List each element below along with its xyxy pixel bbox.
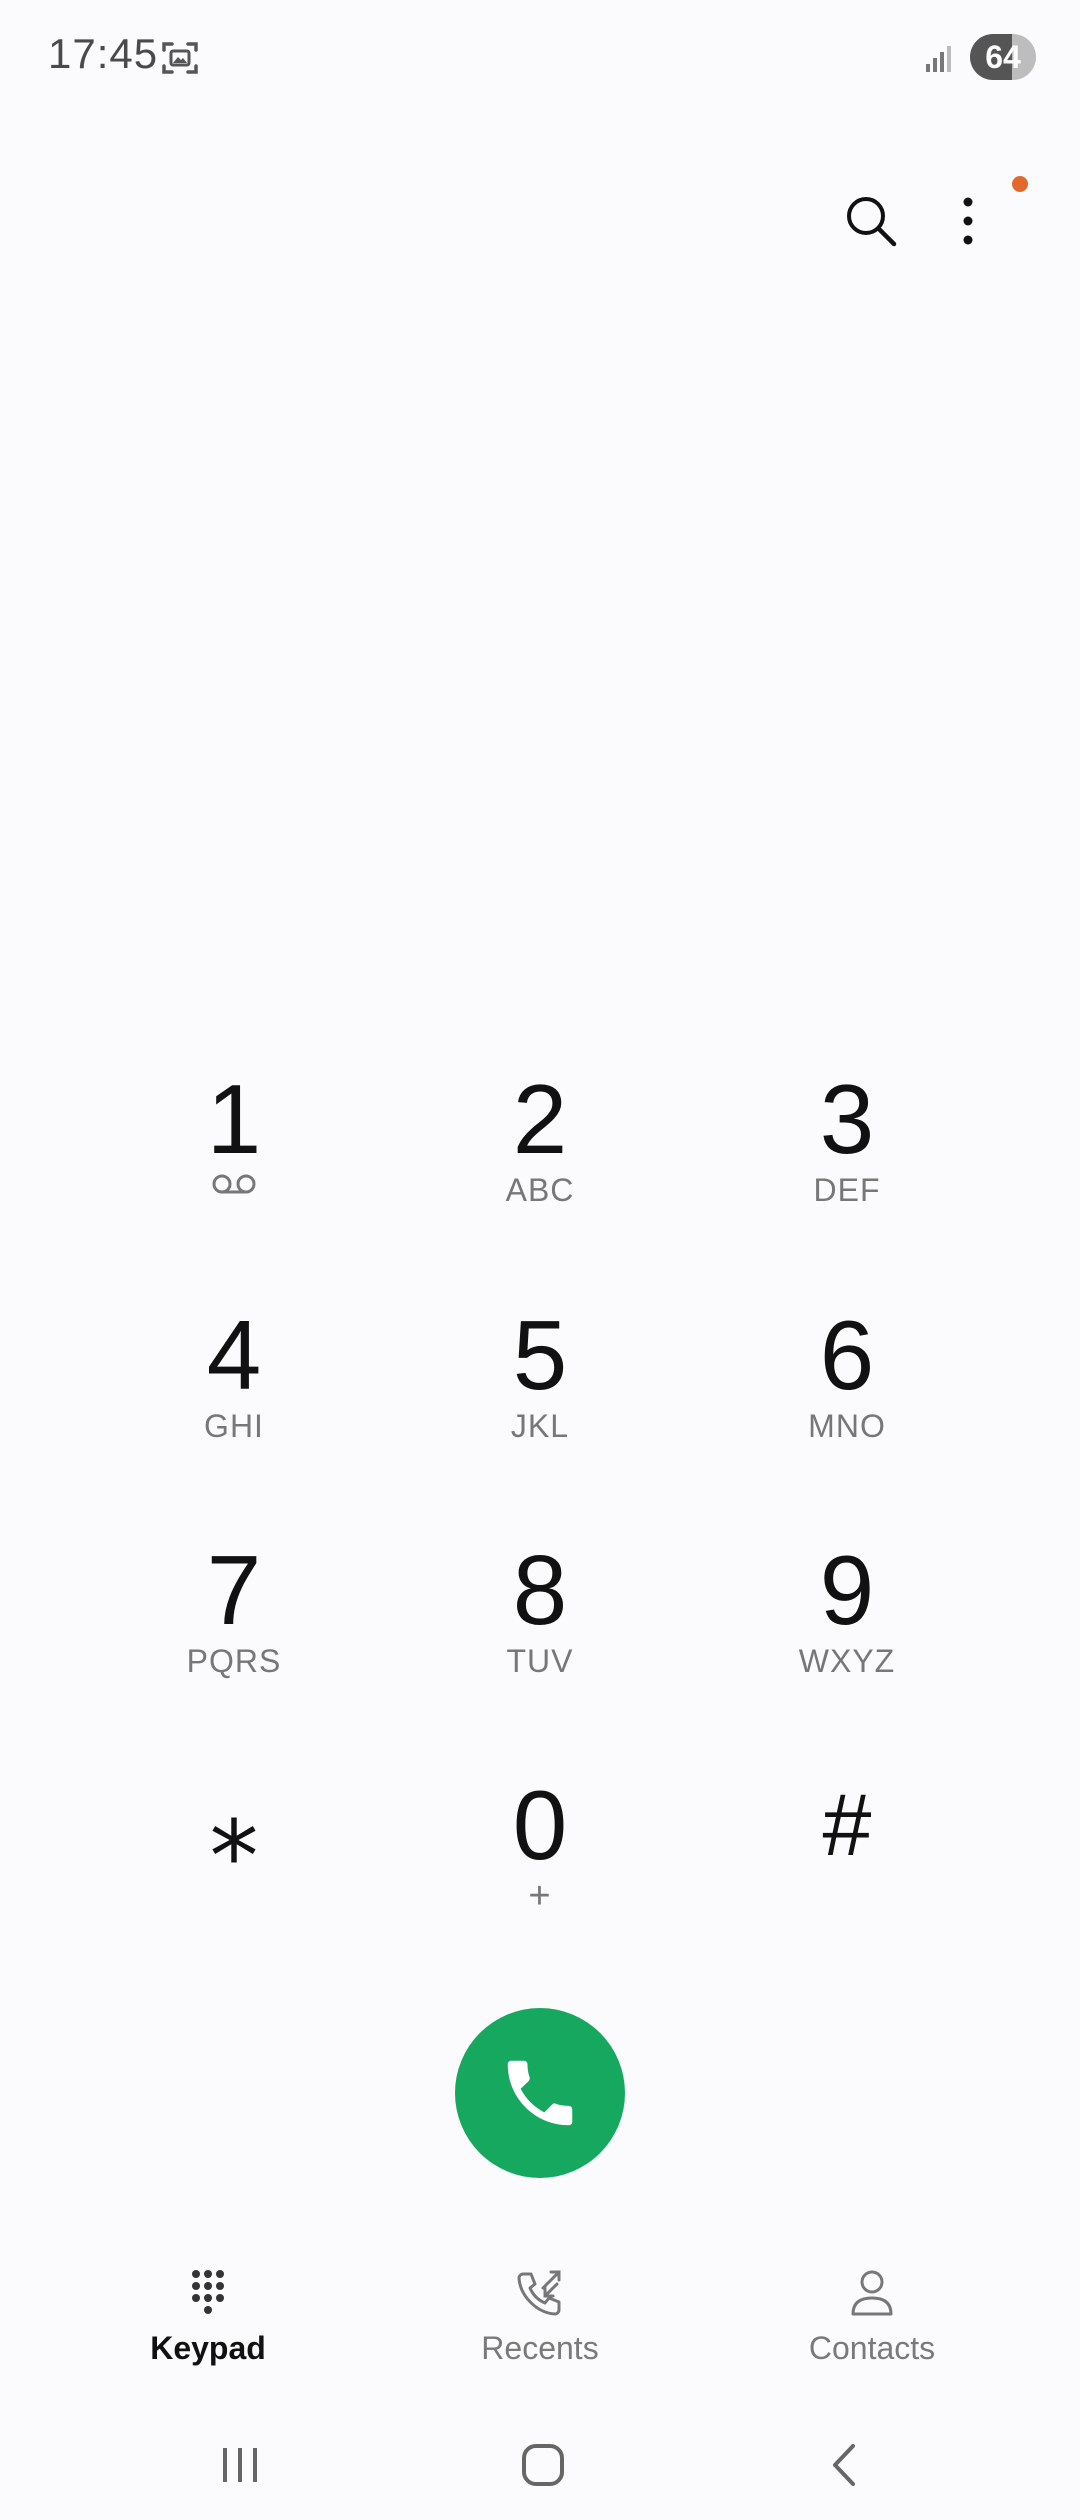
key-letters: WXYZ [798, 1643, 896, 1679]
key-digit: 5 [512, 1300, 568, 1410]
key-3[interactable]: 3 DEF [737, 1060, 957, 1260]
more-options-icon[interactable] [948, 190, 988, 252]
key-digit: 6 [819, 1300, 875, 1410]
key-digit: 8 [512, 1535, 568, 1645]
key-digit: 4 [206, 1300, 262, 1410]
key-1[interactable]: 1 [124, 1060, 344, 1260]
key-letters: JKL [510, 1408, 570, 1444]
key-letters: TUV [506, 1643, 574, 1679]
key-digit: 3 [819, 1064, 875, 1174]
home-icon[interactable] [503, 2430, 583, 2500]
key-digit: 7 [206, 1535, 262, 1645]
signal-icon [926, 46, 951, 72]
back-icon[interactable] [806, 2430, 886, 2500]
key-letters: PQRS [186, 1643, 282, 1679]
key-digit: 2 [512, 1064, 568, 1174]
top-actions [780, 180, 1080, 260]
key-digit: # [822, 1775, 872, 1874]
call-button[interactable] [455, 2008, 625, 2178]
key-letters: + [528, 1875, 552, 1917]
key-hash[interactable]: # [737, 1766, 957, 1966]
bottom-tab-bar: Keypad Recents Contacts [0, 2250, 1080, 2390]
phone-icon [507, 2060, 573, 2126]
tab-label: Recents [481, 2330, 599, 2366]
key-6[interactable]: 6 MNO [737, 1296, 957, 1496]
status-bar: 17:45 64 [0, 0, 1080, 120]
key-8[interactable]: 8 TUV [430, 1531, 650, 1731]
key-7[interactable]: 7 PQRS [124, 1531, 344, 1731]
tab-recents[interactable]: Recents [420, 2250, 660, 2390]
tab-label: Contacts [808, 2330, 936, 2366]
key-letters: GHI [204, 1408, 264, 1444]
tab-contacts[interactable]: Contacts [752, 2250, 992, 2390]
key-star[interactable]: ⁎ [124, 1766, 344, 1966]
tab-keypad[interactable]: Keypad [88, 2250, 328, 2390]
screenshot-icon [162, 42, 198, 74]
key-9[interactable]: 9 WXYZ [737, 1531, 957, 1731]
key-digit: 9 [819, 1535, 875, 1645]
battery-level: 64 [985, 38, 1021, 75]
key-letters: DEF [813, 1172, 881, 1208]
key-2[interactable]: 2 ABC [430, 1060, 650, 1260]
key-digit: 1 [206, 1064, 262, 1174]
notification-dot [1012, 176, 1028, 192]
key-0[interactable]: 0 + [430, 1766, 650, 1966]
tab-label: Keypad [150, 2330, 266, 2366]
system-navigation-bar [0, 2410, 1080, 2520]
voicemail-icon [212, 1174, 256, 1194]
key-digit: ⁎ [209, 1770, 259, 1880]
key-4[interactable]: 4 GHI [124, 1296, 344, 1496]
recent-apps-icon[interactable] [200, 2430, 280, 2500]
battery-indicator: 64 [970, 34, 1036, 80]
contacts-icon [851, 2270, 893, 2316]
key-digit: 0 [512, 1770, 568, 1880]
search-icon[interactable] [840, 190, 902, 252]
key-letters: MNO [808, 1408, 886, 1444]
recents-icon [517, 2270, 561, 2316]
key-5[interactable]: 5 JKL [430, 1296, 650, 1496]
key-letters: ABC [505, 1172, 575, 1208]
keypad-icon [192, 2270, 224, 2314]
status-time: 17:45 [48, 30, 159, 77]
